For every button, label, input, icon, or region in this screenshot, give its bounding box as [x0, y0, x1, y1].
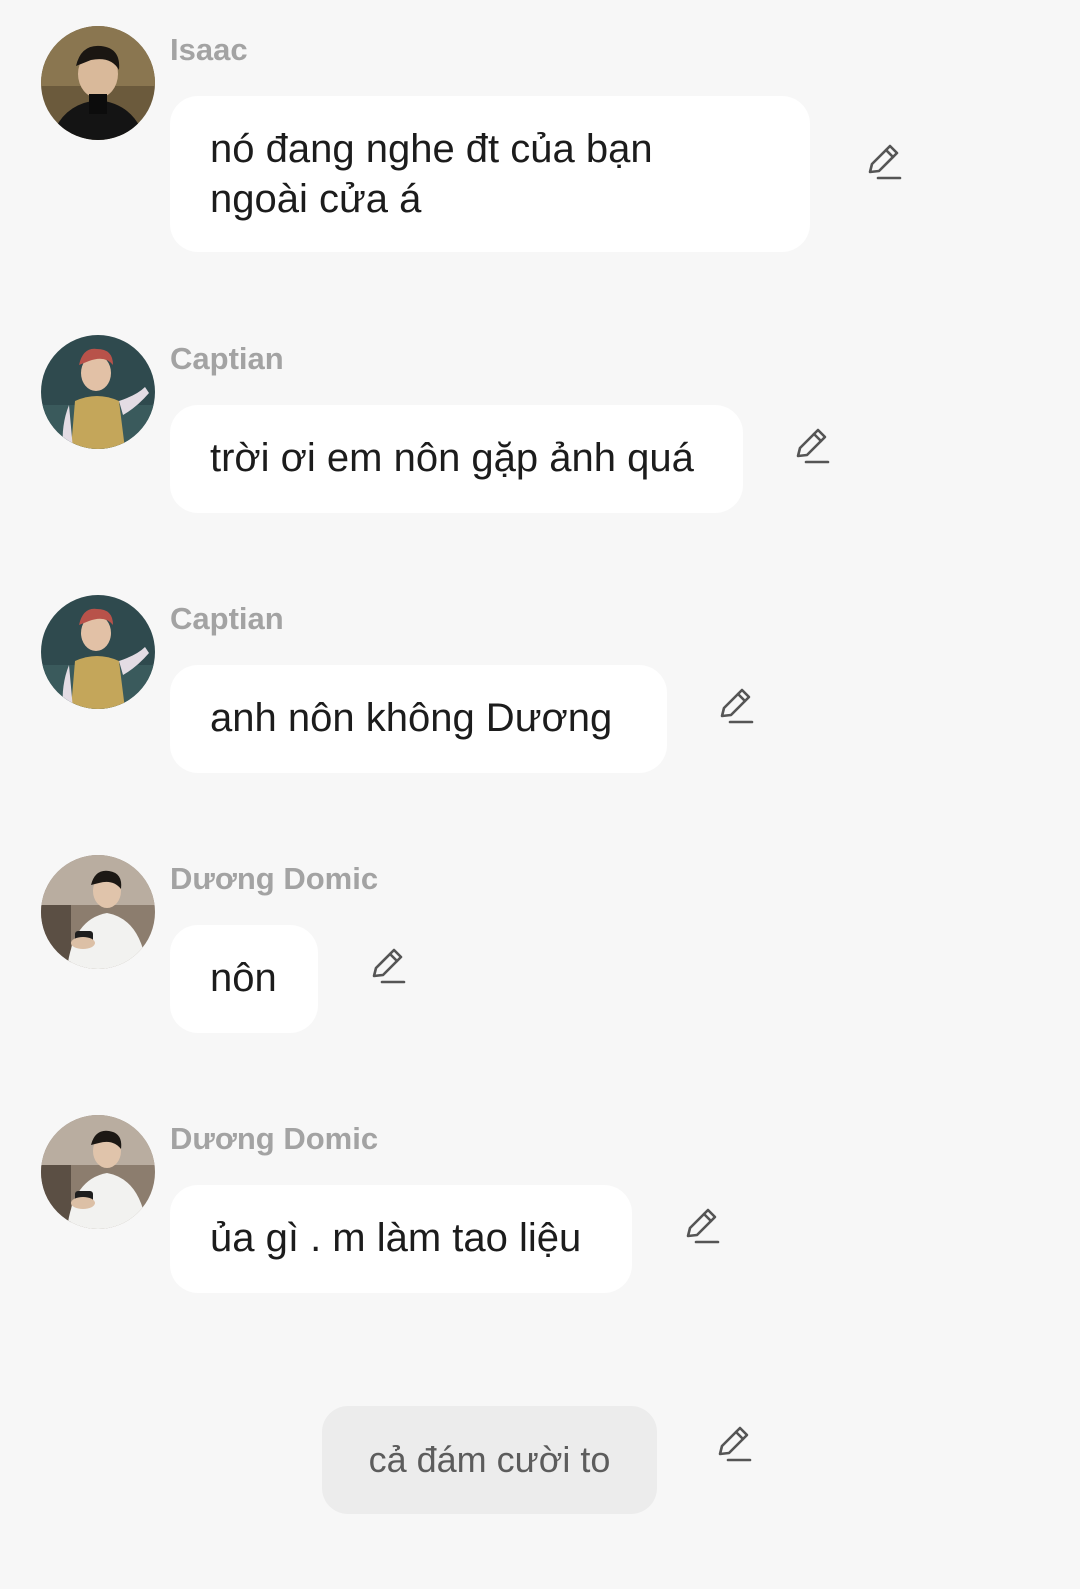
pencil-edit-icon[interactable]	[366, 944, 410, 988]
chat-thread: Isaac nó đang nghe đt của bạn ngoài cửa …	[0, 0, 1080, 1589]
pencil-edit-icon[interactable]	[714, 684, 758, 728]
narration-bubble[interactable]: cả đám cười to	[322, 1406, 657, 1514]
narration-text: cả đám cười to	[368, 1439, 611, 1480]
message-bubble[interactable]: nó đang nghe đt của bạn ngoài cửa á	[170, 96, 810, 252]
sender-name: Isaac	[170, 32, 248, 67]
avatar[interactable]	[41, 335, 155, 449]
avatar[interactable]	[41, 1115, 155, 1229]
message-text-line: anh nôn không Dương	[210, 696, 613, 740]
sender-name: Dương Domic	[170, 861, 379, 896]
message-bubble[interactable]: ủa gì . m làm tao liệu	[170, 1185, 632, 1293]
message-text-line: ủa gì . m làm tao liệu	[210, 1216, 582, 1260]
message-bubble[interactable]: anh nôn không Dương	[170, 665, 667, 773]
message-text-line: nó đang nghe đt của bạn	[210, 127, 653, 171]
message-text-line: trời ơi em nôn gặp ảnh quá	[210, 436, 694, 480]
avatar[interactable]	[41, 595, 155, 709]
message-text-line: ngoài cửa á	[210, 177, 422, 221]
message-bubble[interactable]: trời ơi em nôn gặp ảnh quá	[170, 405, 743, 513]
sender-name: Dương Domic	[170, 1121, 379, 1156]
pencil-edit-icon[interactable]	[790, 424, 834, 468]
avatar[interactable]	[41, 855, 155, 969]
pencil-edit-icon[interactable]	[862, 140, 906, 184]
message-text-line: nôn	[210, 956, 277, 1000]
sender-name: Captian	[170, 341, 284, 376]
sender-name: Captian	[170, 601, 284, 636]
pencil-edit-icon[interactable]	[680, 1204, 724, 1248]
avatar[interactable]	[41, 26, 155, 140]
pencil-edit-icon[interactable]	[712, 1422, 756, 1466]
message-bubble[interactable]: nôn	[170, 925, 318, 1033]
